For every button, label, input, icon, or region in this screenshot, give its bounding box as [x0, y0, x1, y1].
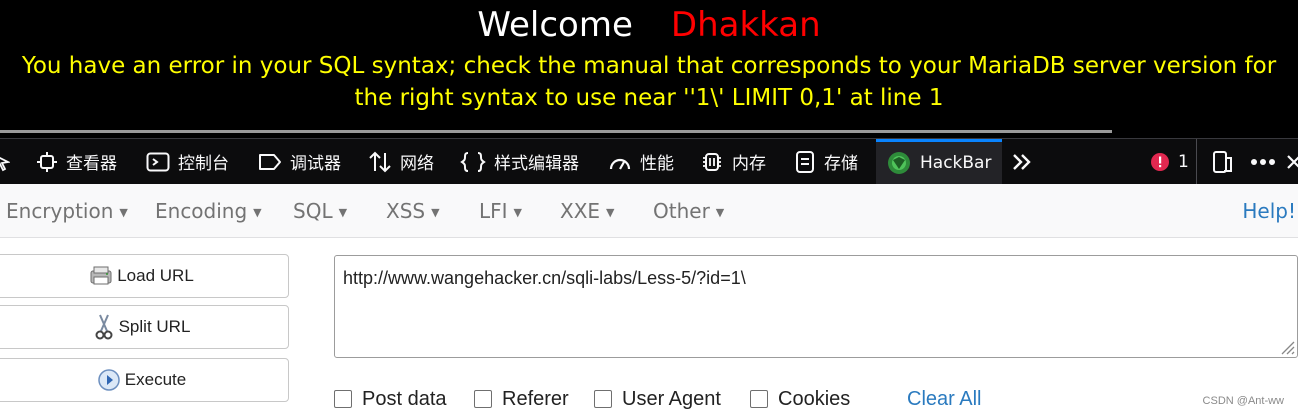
menu-other[interactable]: Other ▼ [653, 184, 724, 238]
devtools-toolbar: 查看器 控制台 调试器 网络 样式编辑器 性能 内存 存储 HackBar 1 [0, 138, 1298, 184]
load-url-label: Load URL [117, 266, 194, 285]
horizontal-scrollbar[interactable] [0, 130, 1112, 133]
tab-hackbar-label: HackBar [920, 153, 992, 173]
load-url-icon [89, 265, 113, 287]
page-content: Welcome Dhakkan You have an error in your… [0, 0, 1298, 138]
inspector-icon [37, 151, 57, 172]
error-count-button[interactable]: 1 [1150, 139, 1189, 184]
scissors-icon [93, 313, 115, 341]
element-picker-button[interactable] [0, 139, 18, 184]
tab-style-editor[interactable]: 样式编辑器 [460, 139, 579, 184]
menu-other-label: Other [653, 199, 710, 223]
tab-network-label: 网络 [400, 154, 434, 174]
devtools-menu-button[interactable] [1250, 139, 1284, 184]
post-data-checkbox[interactable] [334, 390, 352, 408]
caret-down-icon: ▼ [338, 205, 348, 219]
cookies-label: Cookies [778, 387, 851, 410]
referer-checkbox[interactable] [474, 390, 492, 408]
menu-lfi-label: LFI [479, 199, 508, 223]
url-value: http://www.wangehacker.cn/sqli-labs/Less… [343, 268, 746, 288]
error-count: 1 [1178, 151, 1189, 172]
user-agent-label: User Agent [622, 387, 721, 410]
menu-encryption-label: Encryption [6, 199, 114, 223]
tab-style-editor-label: 样式编辑器 [494, 154, 579, 174]
storage-icon [796, 150, 814, 173]
debugger-icon [259, 153, 281, 170]
sql-error-message: You have an error in your SQL syntax; ch… [21, 53, 1277, 111]
hackbar-icon [888, 152, 910, 174]
tab-inspector[interactable]: 查看器 [36, 139, 117, 184]
responsive-design-icon [1213, 150, 1232, 173]
user-agent-checkbox[interactable] [594, 390, 612, 408]
help-link[interactable]: Help! [1242, 184, 1296, 238]
cookies-checkbox[interactable] [750, 390, 768, 408]
menu-sql-label: SQL [293, 199, 333, 223]
caret-down-icon: ▼ [606, 205, 615, 219]
clear-all-link[interactable]: Clear All [907, 386, 981, 412]
menu-encryption[interactable]: Encryption ▼ [6, 184, 128, 238]
close-icon [1287, 154, 1298, 169]
memory-icon [703, 152, 721, 171]
tab-memory-label: 内存 [732, 154, 766, 174]
tab-storage[interactable]: 存储 [794, 139, 858, 184]
split-url-button[interactable]: Split URL [0, 305, 289, 349]
menu-xxe-label: XXE [560, 199, 601, 223]
toolbar-separator [1196, 139, 1197, 184]
execute-button[interactable]: Execute [0, 358, 289, 402]
hackbar-panel: Load URL Split URL Execute http://www.wa… [0, 238, 1298, 415]
error-icon [1151, 152, 1169, 171]
resize-grip-icon[interactable] [1277, 337, 1295, 355]
chevron-double-right-icon [1013, 153, 1031, 170]
welcome-heading: Welcome Dhakkan [0, 4, 1298, 46]
menu-encoding[interactable]: Encoding ▼ [155, 184, 262, 238]
tab-memory[interactable]: 内存 [700, 139, 766, 184]
caret-down-icon: ▼ [431, 205, 440, 219]
more-options-icon [1251, 158, 1275, 165]
tab-console-label: 控制台 [178, 154, 229, 174]
play-icon [97, 368, 121, 392]
style-editor-icon [460, 151, 486, 172]
hackbar-menu-bar: Encryption ▼ Encoding ▼ SQL ▼ XSS ▼ LFI ▼ XXE… [0, 184, 1298, 238]
post-data-label: Post data [362, 387, 447, 410]
menu-xss[interactable]: XSS ▼ [386, 184, 440, 238]
tab-debugger-label: 调试器 [290, 154, 341, 174]
menu-xxe[interactable]: XXE ▼ [560, 184, 615, 238]
caret-down-icon: ▼ [253, 205, 262, 219]
tab-performance-label: 性能 [640, 154, 674, 174]
caret-down-icon: ▼ [513, 205, 523, 219]
network-icon [369, 151, 391, 172]
referer-option[interactable]: Referer [474, 386, 569, 412]
responsive-design-button[interactable] [1210, 139, 1242, 184]
tab-hackbar[interactable]: HackBar [876, 139, 1002, 184]
menu-xss-label: XSS [386, 199, 426, 223]
url-textarea[interactable]: http://www.wangehacker.cn/sqli-labs/Less… [334, 255, 1298, 358]
tab-console[interactable]: 控制台 [146, 139, 229, 184]
console-icon [146, 152, 170, 171]
welcome-text: Welcome [477, 5, 633, 45]
element-picker-icon [0, 156, 10, 171]
watermark: CSDN @Ant-ww [1202, 395, 1284, 407]
load-url-button[interactable]: Load URL [0, 254, 289, 298]
tab-storage-label: 存储 [824, 154, 858, 174]
tab-inspector-label: 查看器 [66, 154, 117, 174]
menu-sql[interactable]: SQL ▼ [293, 184, 347, 238]
execute-label: Execute [124, 370, 187, 389]
close-devtools-button[interactable] [1286, 139, 1298, 184]
split-url-label: Split URL [118, 317, 191, 336]
menu-lfi[interactable]: LFI ▼ [479, 184, 522, 238]
more-tabs-button[interactable] [1010, 139, 1042, 184]
post-data-option[interactable]: Post data [334, 386, 447, 412]
caret-down-icon: ▼ [715, 205, 725, 219]
cookies-option[interactable]: Cookies [750, 386, 850, 412]
tab-performance[interactable]: 性能 [608, 139, 674, 184]
referer-label: Referer [502, 387, 569, 410]
menu-encoding-label: Encoding [155, 199, 248, 223]
tab-debugger[interactable]: 调试器 [258, 139, 341, 184]
username-text: Dhakkan [670, 5, 821, 45]
tab-network[interactable]: 网络 [368, 139, 434, 184]
caret-down-icon: ▼ [119, 205, 128, 219]
user-agent-option[interactable]: User Agent [594, 386, 721, 412]
performance-icon [609, 158, 631, 170]
